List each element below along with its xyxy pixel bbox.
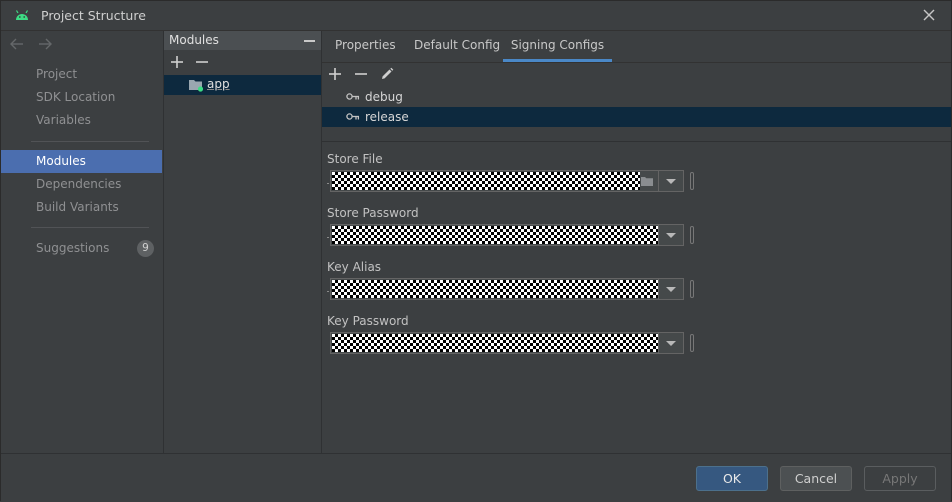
module-item-app[interactable]: app: [164, 75, 321, 95]
remove-module-icon[interactable]: [194, 54, 210, 70]
chevron-down-icon[interactable]: [658, 225, 683, 245]
nav-separator: [31, 141, 149, 142]
chevron-down-icon[interactable]: [658, 279, 683, 299]
module-folder-icon: [189, 80, 204, 92]
back-arrow-icon[interactable]: [9, 36, 25, 52]
forward-arrow-icon[interactable]: [37, 36, 53, 52]
tab-default-config[interactable]: Default Config: [414, 31, 500, 62]
folder-browse-icon[interactable]: [640, 175, 654, 187]
nav-item-modules[interactable]: Modules: [1, 150, 162, 173]
title-bar: Project Structure: [1, 1, 951, 31]
store-password-field[interactable]: [330, 224, 684, 246]
modules-panel: Modules app: [164, 31, 322, 453]
section-divider: [322, 141, 951, 142]
field-marker: [327, 237, 329, 238]
remove-signing-config-icon[interactable]: [353, 66, 369, 82]
key-icon: [346, 113, 360, 120]
field-side-indicator: [690, 280, 694, 298]
tab-properties[interactable]: Properties: [335, 31, 396, 62]
key-alias-label: Key Alias: [327, 260, 382, 274]
field-side-indicator: [690, 226, 694, 244]
signing-config-toolbar: [322, 63, 951, 86]
signing-config-label: release: [365, 110, 409, 124]
left-navigation: Project SDK Location Variables Modules D…: [1, 31, 164, 453]
key-alias-field[interactable]: [330, 278, 684, 300]
store-file-label: Store File: [327, 152, 383, 166]
edit-pencil-icon[interactable]: [379, 66, 395, 82]
field-value-masked: [332, 334, 659, 352]
signing-config-label: debug: [365, 90, 403, 104]
ok-button[interactable]: OK: [696, 466, 768, 491]
history-navigation: [9, 36, 61, 54]
nav-item-label: Suggestions: [36, 241, 110, 255]
field-value-masked: [332, 280, 659, 298]
field-side-indicator: [690, 334, 694, 352]
apply-button[interactable]: Apply: [864, 466, 936, 491]
suggestions-count-badge: 9: [137, 240, 154, 257]
key-password-field[interactable]: [330, 332, 684, 354]
nav-separator: [31, 227, 149, 228]
dialog-button-bar: OK Cancel Apply: [1, 453, 951, 502]
field-marker: [327, 291, 329, 292]
nav-item-suggestions[interactable]: Suggestions 9: [1, 237, 162, 260]
modules-header-label: Modules: [169, 33, 219, 47]
field-value-masked: [332, 172, 640, 190]
project-structure-dialog: Project Structure Project SDK Location V…: [0, 0, 952, 502]
nav-item-dependencies[interactable]: Dependencies: [1, 173, 162, 196]
chevron-down-icon[interactable]: [658, 333, 683, 353]
store-password-label: Store Password: [327, 206, 419, 220]
key-password-label: Key Password: [327, 314, 409, 328]
field-value-masked: [332, 226, 659, 244]
close-icon[interactable]: [921, 7, 937, 23]
add-module-icon[interactable]: [169, 54, 185, 70]
chevron-down-icon[interactable]: [658, 171, 683, 191]
module-details-panel: Properties Default Config Signing Config…: [322, 31, 951, 453]
nav-item-sdk-location[interactable]: SDK Location: [1, 86, 162, 109]
field-marker: [327, 183, 329, 184]
signing-config-debug[interactable]: debug: [322, 87, 951, 107]
nav-item-variables[interactable]: Variables: [1, 109, 162, 132]
modules-header: Modules: [164, 31, 321, 50]
key-icon: [346, 93, 360, 100]
minimize-icon[interactable]: [304, 40, 315, 42]
tab-bar: Properties Default Config Signing Config…: [322, 31, 951, 63]
field-side-indicator: [690, 172, 694, 190]
store-file-field[interactable]: [330, 170, 684, 192]
android-icon: [15, 10, 29, 20]
tab-signing-configs[interactable]: Signing Configs: [503, 31, 612, 62]
cancel-button[interactable]: Cancel: [780, 466, 852, 491]
signing-config-release[interactable]: release: [322, 107, 951, 127]
module-label: app: [207, 77, 230, 91]
nav-item-build-variants[interactable]: Build Variants: [1, 196, 162, 219]
add-signing-config-icon[interactable]: [327, 66, 343, 82]
window-title: Project Structure: [41, 8, 146, 23]
nav-item-project[interactable]: Project: [1, 63, 162, 86]
